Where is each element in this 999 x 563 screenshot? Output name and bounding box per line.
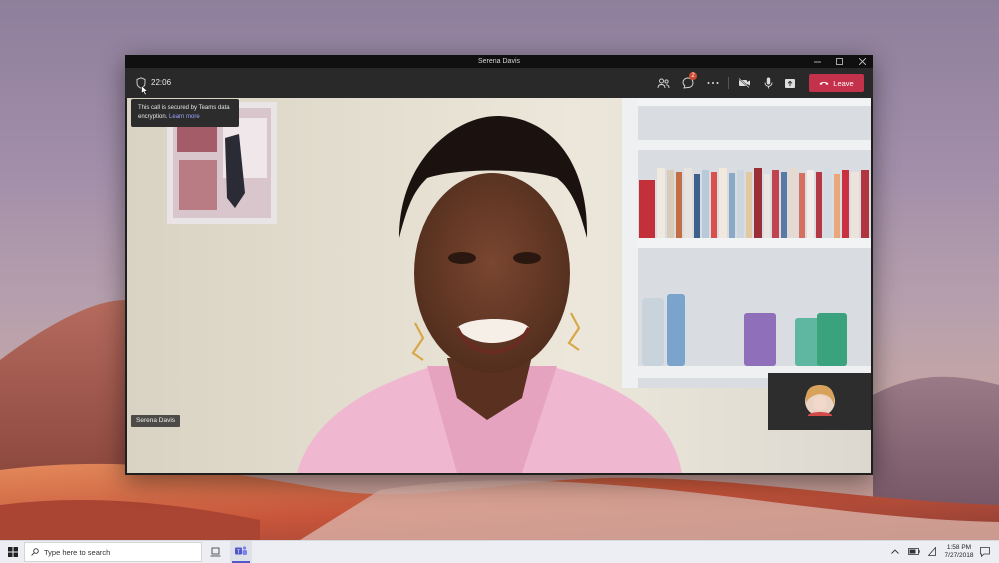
title-bar: Serena Davis	[125, 55, 873, 68]
people-icon	[657, 78, 669, 88]
more-actions-button[interactable]	[703, 73, 723, 93]
encryption-tooltip: This call is secured by Teams data encry…	[131, 99, 239, 127]
network-icon[interactable]	[928, 547, 936, 556]
minimize-icon	[813, 61, 821, 63]
camera-off-icon	[737, 78, 750, 88]
minimize-button[interactable]	[806, 55, 828, 68]
windows-start-icon[interactable]	[8, 547, 18, 557]
share-icon	[785, 78, 795, 88]
windows-taskbar: Type here to search T 1:58 PM 7/27/2018	[0, 540, 999, 563]
search-placeholder: Type here to search	[44, 547, 111, 557]
chat-unread-badge: 2	[689, 72, 697, 80]
teams-call-window: Serena Davis 22:06 2 Leave This call is …	[125, 55, 873, 475]
taskbar-clock[interactable]: 1:58 PM 7/27/2018	[942, 544, 976, 560]
task-view-icon[interactable]	[210, 547, 221, 557]
self-view-tile[interactable]	[768, 373, 871, 430]
clock-time: 1:58 PM	[946, 544, 972, 551]
battery-icon[interactable]	[908, 548, 920, 555]
mic-icon	[764, 77, 772, 89]
clock-date: 7/27/2018	[944, 552, 974, 559]
window-title: Serena Davis	[477, 58, 521, 65]
remote-video-feed	[127, 98, 871, 473]
participants-button[interactable]	[653, 73, 673, 93]
maximize-button[interactable]	[828, 55, 850, 68]
participant-video	[127, 98, 871, 473]
call-toolbar: 22:06 2 Leave	[125, 68, 873, 98]
leave-label: Leave	[833, 78, 854, 88]
toolbar-divider	[728, 77, 729, 89]
participant-name-tag: Serena Davis	[131, 415, 181, 427]
mouse-cursor-icon	[141, 85, 149, 96]
leave-call-button[interactable]: Leave	[809, 74, 864, 92]
taskbar-search-box[interactable]: Type here to search	[24, 542, 202, 562]
share-screen-button[interactable]	[780, 73, 800, 93]
self-avatar	[805, 385, 835, 416]
more-icon	[707, 82, 719, 84]
action-center-icon[interactable]	[980, 547, 990, 557]
chevron-up-icon[interactable]	[891, 549, 899, 554]
call-duration: 22:06	[151, 78, 172, 87]
phone-hangup-icon	[819, 81, 829, 85]
search-icon	[31, 548, 39, 556]
teams-app-icon: T	[235, 546, 247, 555]
close-icon	[858, 58, 866, 65]
maximize-icon	[835, 58, 843, 65]
taskbar-teams-app[interactable]: T	[230, 541, 252, 563]
microphone-toggle-button[interactable]	[758, 73, 778, 93]
camera-toggle-button[interactable]	[734, 73, 754, 93]
learn-more-link[interactable]: Learn more	[169, 114, 200, 120]
close-button[interactable]	[851, 55, 873, 68]
